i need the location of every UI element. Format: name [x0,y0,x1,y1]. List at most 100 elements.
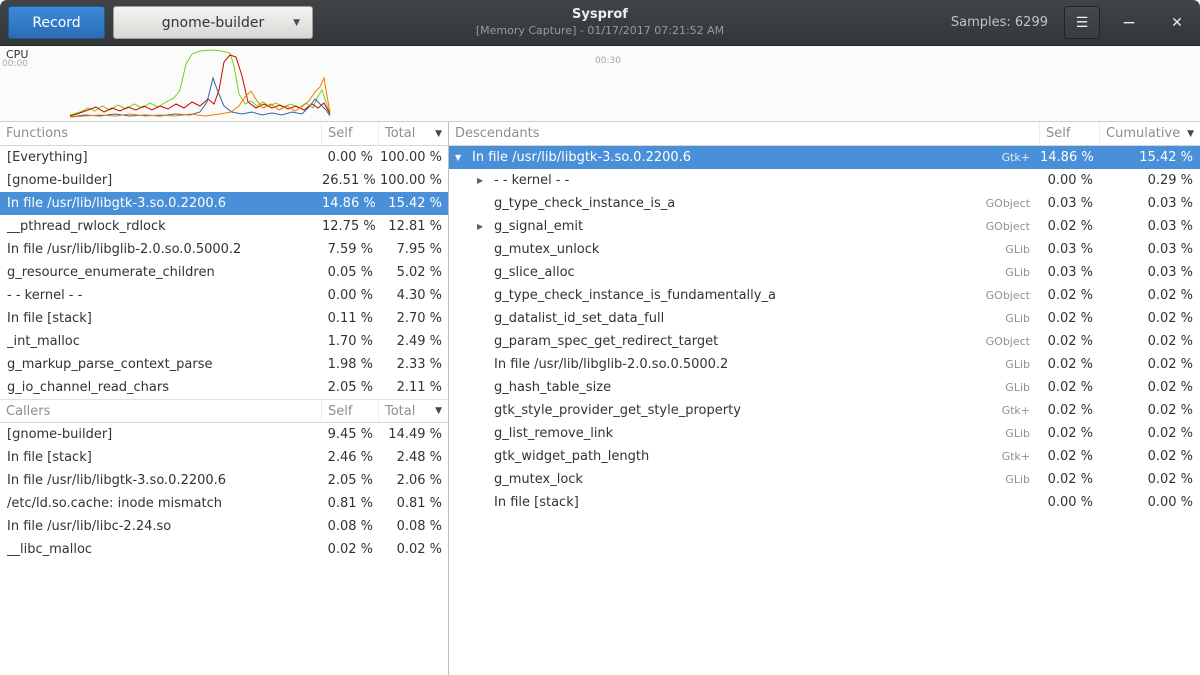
record-button[interactable]: Record [8,6,105,39]
functions-row[interactable]: In file /usr/lib/libglib-2.0.so.0.5000.2… [0,238,448,261]
descendant-name-cell: ▼In file /usr/lib/libgtk-3.so.0.2200.6Gt… [449,146,1040,169]
cumulative-percent: 0.02 % [1100,422,1200,445]
descendant-row[interactable]: g_slice_allocGLib0.03 %0.03 % [449,261,1200,284]
function-name: [Everything] [0,146,322,169]
functions-row[interactable]: g_resource_enumerate_children0.05 %5.02 … [0,261,448,284]
descendant-row[interactable]: g_mutex_lockGLib0.02 %0.02 % [449,468,1200,491]
functions-row[interactable]: [gnome-builder]26.51 %100.00 % [0,169,448,192]
descendant-row[interactable]: g_hash_table_sizeGLib0.02 %0.02 % [449,376,1200,399]
descendant-name-cell: ▶g_signal_emitGObject [449,215,1040,238]
self-percent: 0.11 % [322,307,379,330]
descendant-name: g_mutex_unlock [494,238,599,261]
self-percent: 14.86 % [322,192,379,215]
column-header-functions[interactable]: Functions [0,122,322,145]
self-percent: 0.03 % [1040,192,1100,215]
function-name: __pthread_rwlock_rdlock [0,215,322,238]
function-name: g_markup_parse_context_parse [0,353,322,376]
functions-row[interactable]: g_markup_parse_context_parse1.98 %2.33 % [0,353,448,376]
functions-row[interactable]: In file /usr/lib/libgtk-3.so.0.2200.614.… [0,192,448,215]
descendant-row[interactable]: g_param_spec_get_redirect_targetGObject0… [449,330,1200,353]
process-selector-label: gnome-builder [162,15,264,31]
self-percent: 2.46 % [322,446,379,469]
minimize-button[interactable]: − [1114,6,1144,39]
cumulative-percent: 0.02 % [1100,353,1200,376]
expander-collapsed-icon[interactable]: ▶ [477,169,494,192]
total-percent: 4.30 % [379,284,448,307]
descendant-row[interactable]: g_type_check_instance_is_fundamentally_a… [449,284,1200,307]
functions-row[interactable]: _int_malloc1.70 %2.49 % [0,330,448,353]
timeline-tick-start: 00:00 [2,59,28,69]
library-category-label: GLib [1005,261,1040,284]
descendant-row[interactable]: g_mutex_unlockGLib0.03 %0.03 % [449,238,1200,261]
functions-row[interactable]: - - kernel - -0.00 %4.30 % [0,284,448,307]
descendant-name: gtk_widget_path_length [494,445,649,468]
self-percent: 0.02 % [322,538,379,561]
descendant-name: In file [stack] [494,491,579,514]
total-percent: 100.00 % [379,169,448,192]
descendant-name: gtk_style_provider_get_style_property [494,399,741,422]
descendant-row[interactable]: g_type_check_instance_is_aGObject0.03 %0… [449,192,1200,215]
cumulative-percent: 0.03 % [1100,261,1200,284]
column-header-self[interactable]: Self [322,122,379,145]
self-percent: 0.02 % [1040,307,1100,330]
self-percent: 0.00 % [1040,169,1100,192]
functions-row[interactable]: g_io_channel_read_chars2.05 %2.11 % [0,376,448,399]
column-header-self[interactable]: Self [322,400,379,422]
callers-row[interactable]: /etc/ld.so.cache: inode mismatch0.81 %0.… [0,492,448,515]
descendant-row[interactable]: In file [stack]0.00 %0.00 % [449,491,1200,514]
total-percent: 2.11 % [379,376,448,399]
callers-row[interactable]: __libc_malloc0.02 %0.02 % [0,538,448,561]
descendant-row[interactable]: In file /usr/lib/libglib-2.0.so.0.5000.2… [449,353,1200,376]
column-header-descendants[interactable]: Descendants [449,122,1040,145]
column-header-self[interactable]: Self [1040,122,1100,145]
column-header-total[interactable]: Total ▼ [379,400,448,422]
descendant-name: g_datalist_id_set_data_full [494,307,664,330]
descendant-name-cell: g_param_spec_get_redirect_targetGObject [449,330,1040,353]
descendant-row[interactable]: gtk_style_provider_get_style_propertyGtk… [449,399,1200,422]
headerbar: Record gnome-builder ▼ Sysprof [Memory C… [0,0,1200,46]
close-button[interactable]: ✕ [1162,6,1192,39]
cumulative-percent: 0.02 % [1100,307,1200,330]
callers-row[interactable]: [gnome-builder]9.45 %14.49 % [0,423,448,446]
descendants-tree: ▼In file /usr/lib/libgtk-3.so.0.2200.6Gt… [449,146,1200,514]
function-name: g_io_channel_read_chars [0,376,322,399]
total-percent: 0.02 % [379,538,448,561]
function-name: In file /usr/lib/libglib-2.0.so.0.5000.2 [0,238,322,261]
column-header-cumulative[interactable]: Cumulative ▼ [1100,122,1200,145]
function-name: In file /usr/lib/libgtk-3.so.0.2200.6 [0,469,322,492]
functions-row[interactable]: In file [stack]0.11 %2.70 % [0,307,448,330]
cumulative-percent: 0.02 % [1100,445,1200,468]
descendant-row[interactable]: ▶g_signal_emitGObject0.02 %0.03 % [449,215,1200,238]
window-subtitle: [Memory Capture] - 01/17/2017 07:21:52 A… [476,24,724,39]
callers-list: [gnome-builder]9.45 %14.49 %In file [sta… [0,423,448,561]
self-percent: 2.05 % [322,469,379,492]
function-name: [gnome-builder] [0,169,322,192]
callers-row[interactable]: In file [stack]2.46 %2.48 % [0,446,448,469]
callers-row[interactable]: In file /usr/lib/libc-2.24.so0.08 %0.08 … [0,515,448,538]
menu-button[interactable]: ☰ [1064,6,1100,39]
right-panel: Descendants Self Cumulative ▼ ▼In file /… [449,122,1200,675]
expander-expanded-icon[interactable]: ▼ [455,146,472,169]
descendant-row[interactable]: ▶- - kernel - -0.00 %0.29 % [449,169,1200,192]
function-name: In file /usr/lib/libc-2.24.so [0,515,322,538]
descendant-row[interactable]: g_list_remove_linkGLib0.02 %0.02 % [449,422,1200,445]
self-percent: 0.05 % [322,261,379,284]
function-name: In file /usr/lib/libgtk-3.so.0.2200.6 [0,192,322,215]
functions-list: [Everything]0.00 %100.00 %[gnome-builder… [0,146,448,399]
self-percent: 0.03 % [1040,238,1100,261]
headerbar-right: Samples: 6299 ☰ − ✕ [951,6,1192,39]
column-header-callers[interactable]: Callers [0,400,322,422]
descendant-row[interactable]: g_datalist_id_set_data_fullGLib0.02 %0.0… [449,307,1200,330]
cpu-usage-graph[interactable]: CPU 00:00 00:30 [0,46,1200,122]
left-panel: Functions Self Total ▼ [Everything]0.00 … [0,122,449,675]
descendant-name: - - kernel - - [494,169,569,192]
column-header-total[interactable]: Total ▼ [379,122,448,145]
descendant-row[interactable]: ▼In file /usr/lib/libgtk-3.so.0.2200.6Gt… [449,146,1200,169]
descendant-row[interactable]: gtk_widget_path_lengthGtk+0.02 %0.02 % [449,445,1200,468]
functions-row[interactable]: [Everything]0.00 %100.00 % [0,146,448,169]
expander-collapsed-icon[interactable]: ▶ [477,215,494,238]
callers-row[interactable]: In file /usr/lib/libgtk-3.so.0.2200.62.0… [0,469,448,492]
functions-row[interactable]: __pthread_rwlock_rdlock12.75 %12.81 % [0,215,448,238]
process-selector-dropdown[interactable]: gnome-builder ▼ [113,6,313,39]
self-percent: 0.02 % [1040,422,1100,445]
